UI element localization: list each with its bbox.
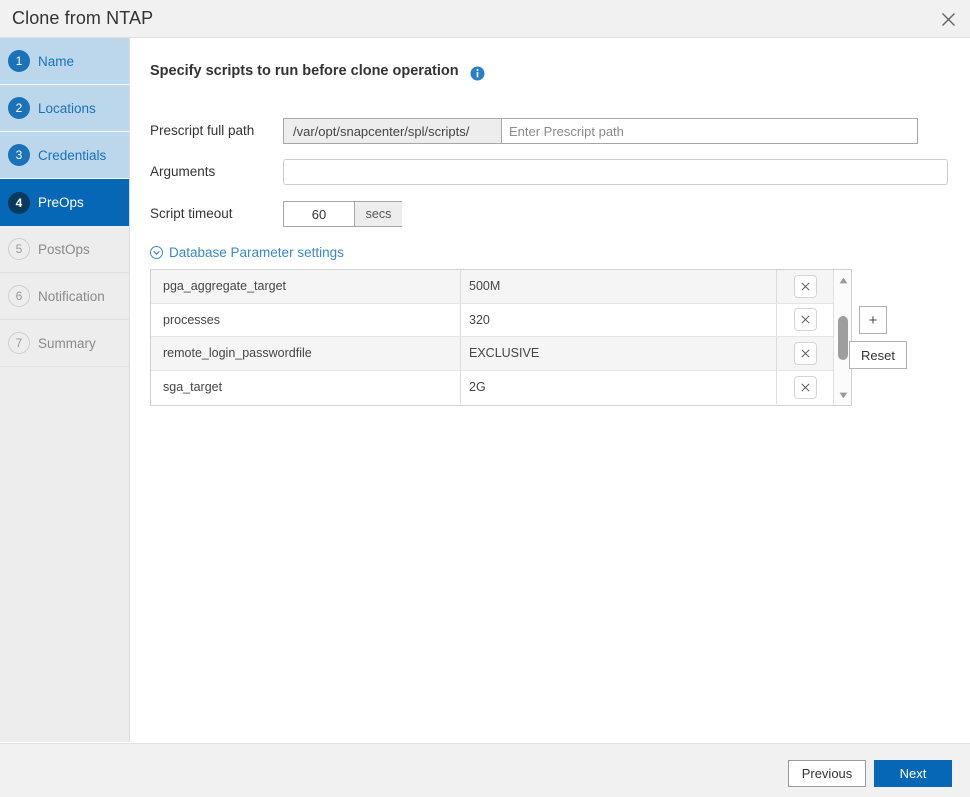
script-timeout-label: Script timeout bbox=[150, 206, 233, 221]
param-name: processes bbox=[151, 304, 461, 337]
param-name: sga_target bbox=[151, 371, 461, 405]
step-label: Credentials bbox=[38, 148, 106, 163]
param-delete-cell bbox=[777, 371, 833, 405]
step-number: 1 bbox=[8, 50, 30, 72]
triangle-down-icon[interactable] bbox=[834, 387, 852, 403]
step-number: 2 bbox=[8, 97, 30, 119]
step-number: 4 bbox=[8, 192, 30, 214]
step-label: Locations bbox=[38, 101, 96, 116]
reset-parameters-button[interactable]: Reset bbox=[849, 341, 907, 369]
param-name: remote_login_passwordfile bbox=[151, 337, 461, 370]
prescript-label: Prescript full path bbox=[150, 123, 254, 138]
param-value: EXCLUSIVE bbox=[461, 337, 777, 370]
scrollbar-thumb[interactable] bbox=[838, 316, 848, 360]
param-delete-cell bbox=[777, 304, 833, 337]
step-number: 6 bbox=[8, 285, 30, 307]
wizard-steps-sidebar: 1 Name 2 Locations 3 Credentials 4 PreOp… bbox=[0, 38, 130, 742]
sidebar-item-postops[interactable]: 5 PostOps bbox=[0, 226, 129, 273]
param-value: 2G bbox=[461, 371, 777, 405]
sidebar-item-summary[interactable]: 7 Summary bbox=[0, 320, 129, 367]
param-table-body: pga_aggregate_target 500M processes 320 bbox=[151, 270, 833, 405]
step-number: 3 bbox=[8, 144, 30, 166]
step-label: PostOps bbox=[38, 242, 90, 257]
table-row[interactable]: pga_aggregate_target 500M bbox=[151, 270, 833, 304]
step-number: 5 bbox=[8, 238, 30, 260]
delete-row-button[interactable] bbox=[794, 275, 817, 298]
database-parameter-settings-toggle[interactable]: Database Parameter settings bbox=[150, 245, 344, 260]
add-parameter-button[interactable]: + bbox=[859, 306, 887, 334]
step-label: Summary bbox=[38, 336, 96, 351]
prescript-path-input[interactable] bbox=[502, 119, 917, 143]
param-delete-cell bbox=[777, 270, 833, 303]
param-name: pga_aggregate_target bbox=[151, 270, 461, 303]
dialog-footer: Previous Next bbox=[0, 743, 970, 797]
clone-wizard-dialog: Clone from NTAP 1 Name 2 Locations 3 Cre… bbox=[0, 0, 970, 797]
delete-row-button[interactable] bbox=[794, 342, 817, 365]
arguments-input[interactable] bbox=[283, 159, 948, 185]
page-title: Specify scripts to run before clone oper… bbox=[150, 63, 459, 79]
script-timeout-input[interactable] bbox=[284, 202, 354, 226]
delete-row-button[interactable] bbox=[794, 308, 817, 331]
arguments-label: Arguments bbox=[150, 164, 215, 179]
close-icon[interactable] bbox=[932, 4, 964, 34]
param-value: 500M bbox=[461, 270, 777, 303]
triangle-up-icon[interactable] bbox=[834, 272, 852, 288]
step-label: Name bbox=[38, 54, 74, 69]
table-row[interactable]: sga_target 2G bbox=[151, 371, 833, 405]
table-row[interactable]: processes 320 bbox=[151, 304, 833, 338]
step-number: 7 bbox=[8, 332, 30, 354]
next-button[interactable]: Next bbox=[874, 760, 952, 787]
chevron-down-circle-icon bbox=[150, 246, 163, 259]
prescript-path-prefix: /var/opt/snapcenter/spl/scripts/ bbox=[284, 119, 502, 143]
step-label: PreOps bbox=[38, 195, 84, 210]
delete-row-button[interactable] bbox=[794, 376, 817, 399]
table-scrollbar[interactable] bbox=[833, 270, 851, 405]
param-value: 320 bbox=[461, 304, 777, 337]
dialog-header: Clone from NTAP bbox=[0, 0, 970, 38]
database-parameter-settings-label: Database Parameter settings bbox=[169, 245, 344, 260]
prescript-path-group: /var/opt/snapcenter/spl/scripts/ bbox=[283, 118, 918, 144]
script-timeout-group: secs bbox=[283, 201, 402, 227]
dialog-title: Clone from NTAP bbox=[12, 8, 153, 29]
info-icon[interactable] bbox=[470, 66, 485, 81]
sidebar-item-name[interactable]: 1 Name bbox=[0, 38, 129, 85]
param-delete-cell bbox=[777, 337, 833, 370]
wizard-content-panel: Specify scripts to run before clone oper… bbox=[131, 38, 970, 742]
sidebar-item-preops[interactable]: 4 PreOps bbox=[0, 179, 129, 226]
database-parameter-table: pga_aggregate_target 500M processes 320 bbox=[150, 269, 852, 406]
sidebar-item-notification[interactable]: 6 Notification bbox=[0, 273, 129, 320]
script-timeout-unit: secs bbox=[354, 202, 402, 226]
previous-button[interactable]: Previous bbox=[788, 760, 866, 787]
sidebar-item-locations[interactable]: 2 Locations bbox=[0, 85, 129, 132]
sidebar-item-credentials[interactable]: 3 Credentials bbox=[0, 132, 129, 179]
step-label: Notification bbox=[38, 289, 105, 304]
table-row[interactable]: remote_login_passwordfile EXCLUSIVE bbox=[151, 337, 833, 371]
